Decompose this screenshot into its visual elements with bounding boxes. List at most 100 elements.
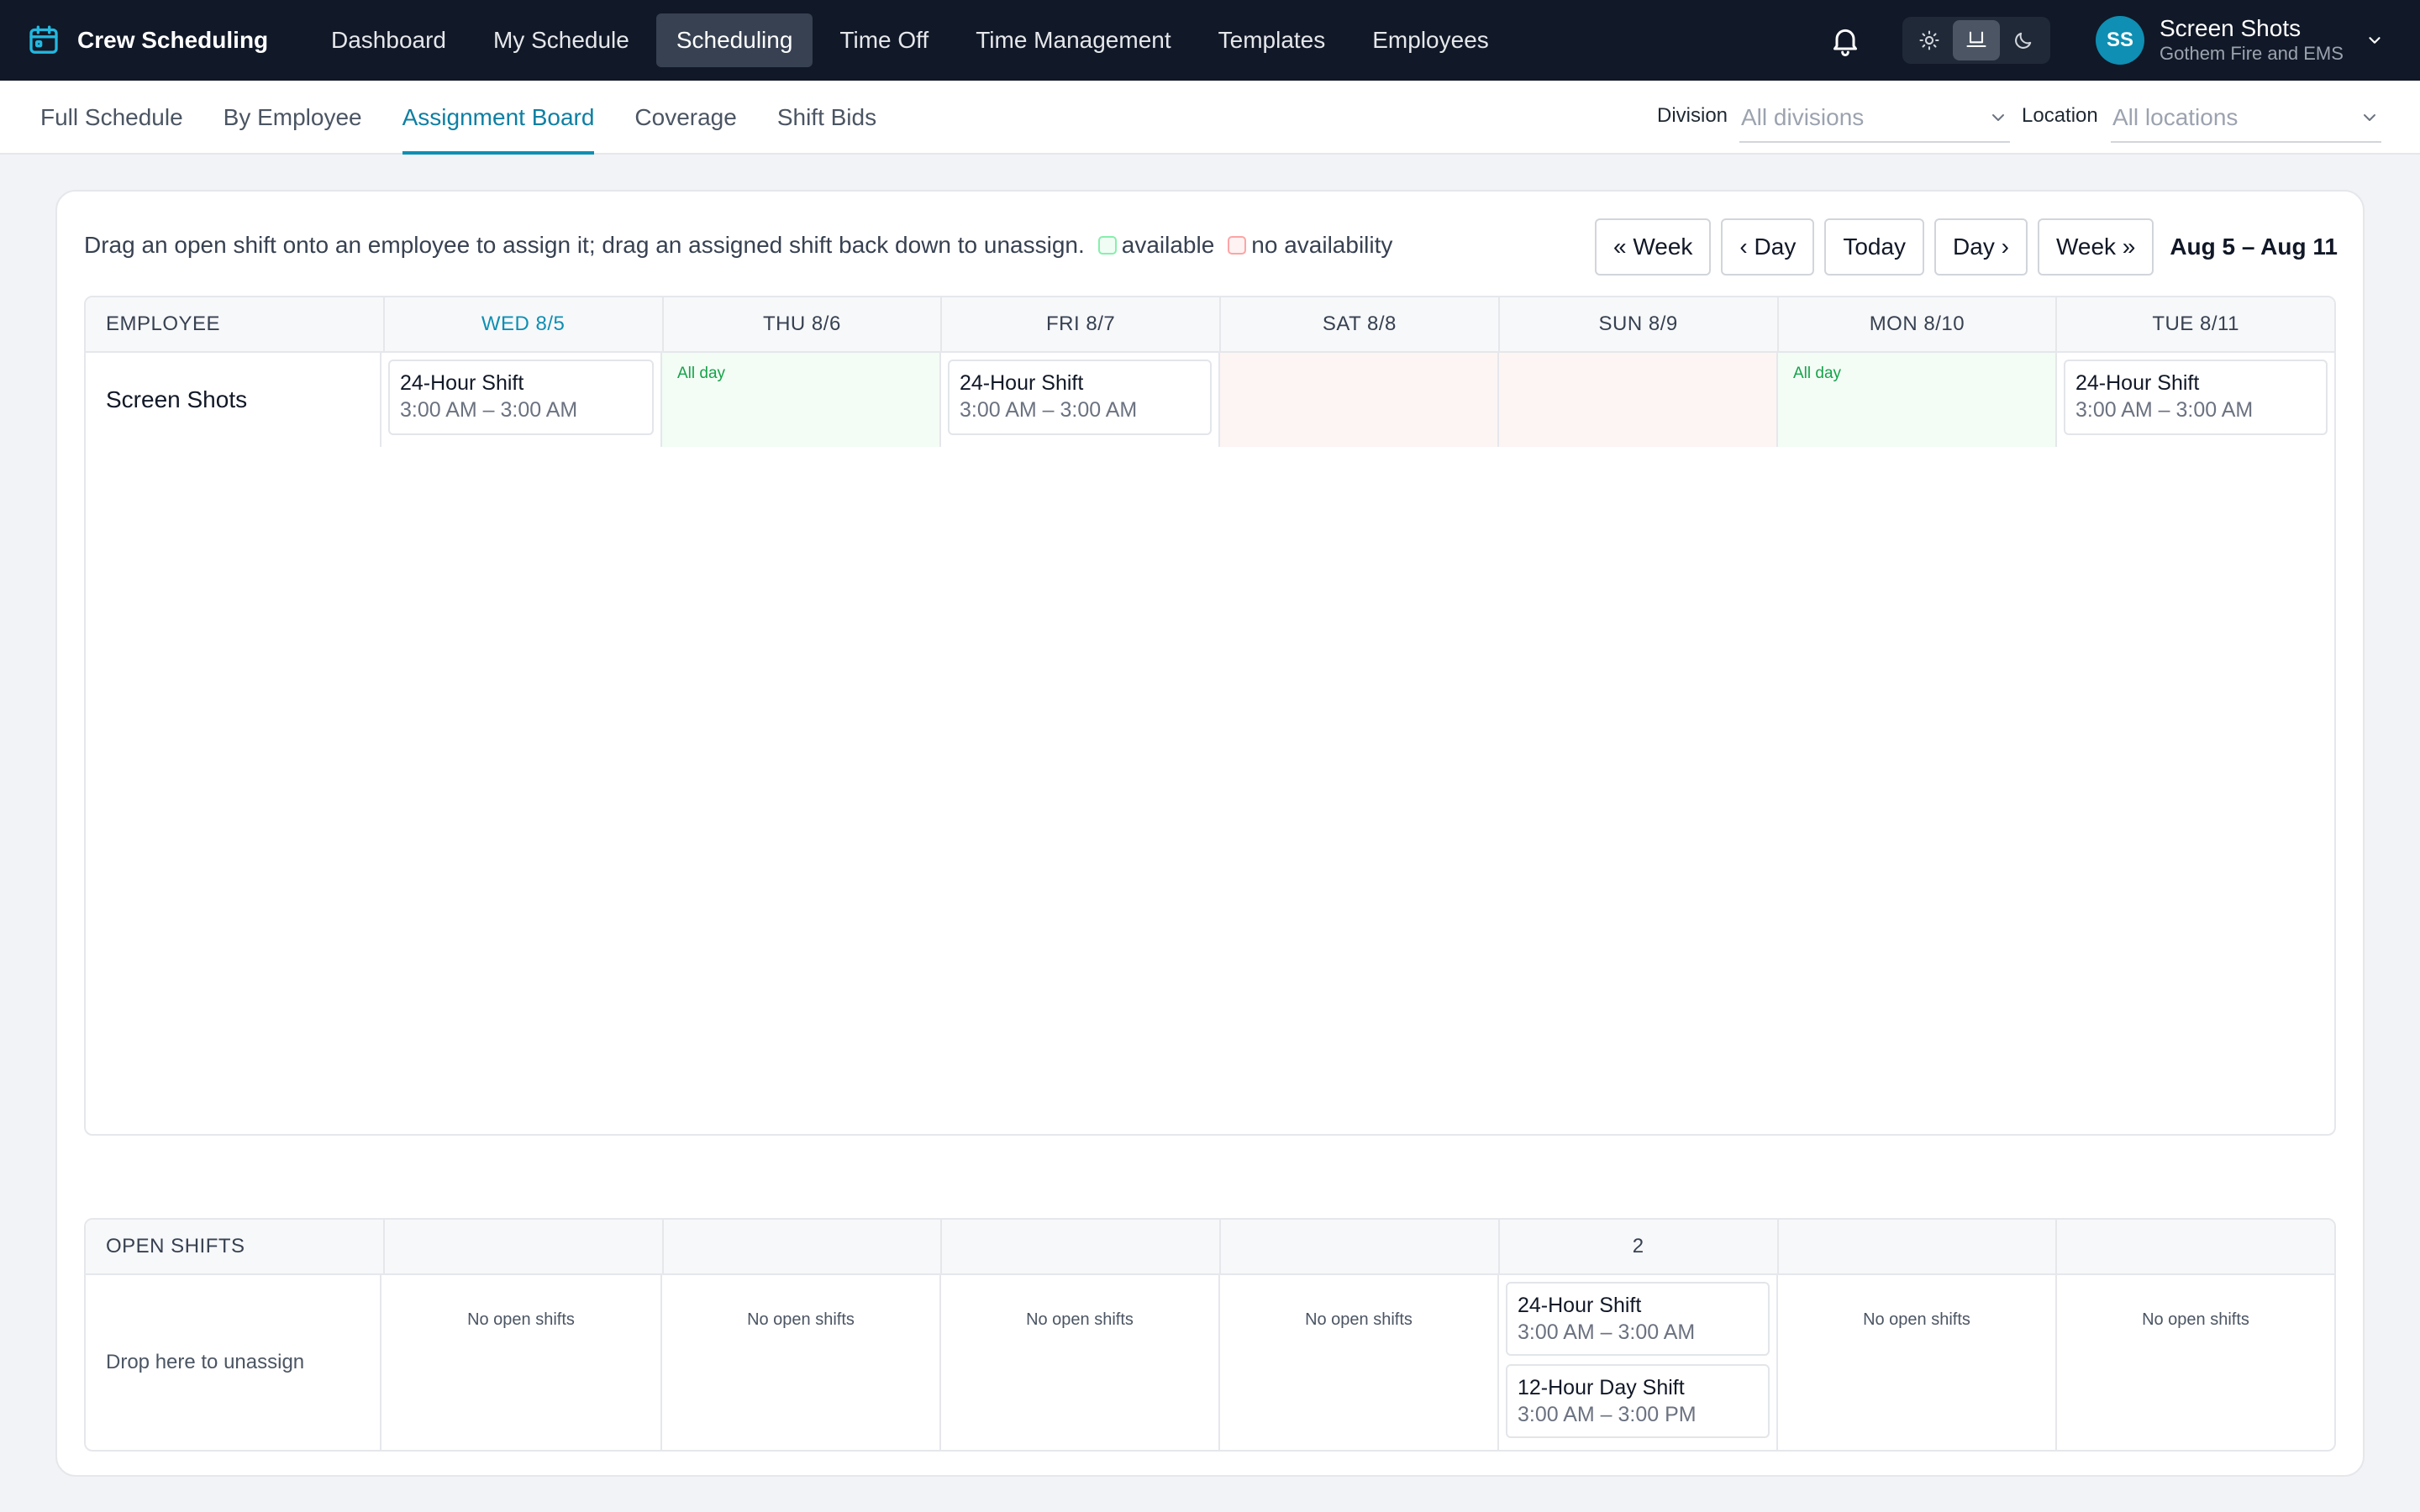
calendar-icon (29, 25, 58, 54)
availability-label: All day (1793, 365, 1842, 382)
division-label: Division (1657, 104, 1728, 127)
day-cell[interactable]: 24-Hour Shift 3:00 AM – 3:00 AM (939, 353, 1218, 447)
open-day-cell[interactable]: No open shifts (1776, 1275, 2055, 1450)
open-count (1219, 1220, 1498, 1273)
day-header: MON 8/10 (1776, 297, 2056, 351)
bell-icon[interactable] (1828, 24, 1862, 57)
open-count (661, 1220, 941, 1273)
division-value: All divisions (1741, 104, 1865, 130)
user-org: Gothem Fire and EMS (2160, 43, 2344, 64)
tab-coverage[interactable]: Coverage (634, 81, 736, 155)
chevron-down-icon (2369, 37, 2381, 44)
moon-icon (2015, 32, 2032, 49)
open-shift[interactable]: 12-Hour Day Shift 3:00 AM – 3:00 PM (1506, 1364, 1770, 1438)
open-day-cell[interactable]: No open shifts (381, 1275, 660, 1450)
location-label: Location (2022, 104, 2098, 127)
user-menu[interactable]: SS Screen Shots Gothem Fire and EMS (2096, 0, 2384, 81)
day-cell[interactable]: 24-Hour Shift 3:00 AM – 3:00 AM (381, 353, 660, 447)
employee-name: Screen Shots (86, 353, 381, 447)
nav-item-dashboard[interactable]: Dashboard (311, 13, 466, 67)
open-day-cell[interactable]: No open shifts (660, 1275, 939, 1450)
location-select[interactable]: All locations (2111, 94, 2381, 143)
today-button[interactable]: Today (1824, 218, 1925, 276)
theme-toggle (1902, 17, 2050, 64)
availability-label: All day (677, 365, 726, 382)
open-day-cell[interactable]: No open shifts (2055, 1275, 2334, 1450)
light-theme-button[interactable] (1906, 20, 1953, 60)
employee-board: EMPLOYEE WED 8/5 THU 8/6 FRI 8/7 SAT 8/8… (84, 296, 2336, 1136)
user-info: Screen Shots Gothem Fire and EMS (2160, 15, 2344, 66)
location-value: All locations (2112, 104, 2238, 130)
shift-name: 24-Hour Shift (960, 371, 1084, 395)
schedule-view-tabs: Full Schedule By Employee Assignment Boa… (40, 81, 917, 155)
assignment-board-card: Drag an open shift onto an employee to a… (55, 190, 2365, 1477)
employee-row: Screen Shots 24-Hour Shift 3:00 AM – 3:0… (86, 353, 2334, 447)
shift-time: 3:00 AM – 3:00 AM (2075, 398, 2254, 422)
open-shift[interactable]: 24-Hour Shift 3:00 AM – 3:00 AM (1506, 1282, 1770, 1356)
nav-item-employees[interactable]: Employees (1352, 13, 1509, 67)
date-range: Aug 5 – Aug 11 (2170, 234, 2338, 260)
legend-unavailable: no availability (1251, 232, 1393, 258)
assigned-shift[interactable]: 24-Hour Shift 3:00 AM – 3:00 AM (2064, 360, 2328, 435)
employee-day-cells: 24-Hour Shift 3:00 AM – 3:00 AM All day … (381, 353, 2334, 447)
next-week-button[interactable]: Week » (2037, 218, 2154, 276)
unassign-drop-label[interactable]: Drop here to unassign (86, 1275, 381, 1450)
next-day-button[interactable]: Day › (1934, 218, 2028, 276)
dark-theme-button[interactable] (2000, 20, 2047, 60)
day-cell-unavailable[interactable] (1497, 353, 1776, 447)
assigned-shift[interactable]: 24-Hour Shift 3:00 AM – 3:00 AM (948, 360, 1212, 435)
nav-item-templates[interactable]: Templates (1198, 13, 1346, 67)
top-nav-bar: Crew Scheduling Dashboard My Schedule Sc… (0, 0, 2420, 81)
open-day-cell[interactable]: No open shifts (939, 1275, 1218, 1450)
day-header: WED 8/5 (382, 297, 662, 351)
no-open-shifts: No open shifts (467, 1310, 575, 1329)
tab-full-schedule[interactable]: Full Schedule (40, 81, 183, 155)
prev-day-button[interactable]: ‹ Day (1721, 218, 1815, 276)
tab-assignment-board[interactable]: Assignment Board (402, 81, 594, 155)
day-header: SUN 8/9 (1497, 297, 1777, 351)
open-shifts-header: OPEN SHIFTS (106, 1235, 245, 1257)
sun-icon (1919, 30, 1939, 50)
shift-name: 24-Hour Shift (1518, 1294, 1642, 1317)
legend-available: available (1121, 232, 1215, 258)
no-open-shifts: No open shifts (1863, 1310, 1970, 1329)
main-nav: Dashboard My Schedule Scheduling Time Of… (311, 13, 1516, 67)
day-cell-available[interactable]: All day (660, 353, 939, 447)
prev-week-button[interactable]: « Week (1595, 218, 1712, 276)
assigned-shift[interactable]: 24-Hour Shift 3:00 AM – 3:00 AM (388, 360, 654, 435)
date-navigation: « Week ‹ Day Today Day › Week » (1595, 218, 2164, 276)
tab-by-employee[interactable]: By Employee (224, 81, 362, 155)
day-cell[interactable]: 24-Hour Shift 3:00 AM – 3:00 AM (2055, 353, 2334, 447)
tab-shift-bids[interactable]: Shift Bids (777, 81, 876, 155)
open-day-cell[interactable]: 24-Hour Shift 3:00 AM – 3:00 AM 12-Hour … (1497, 1275, 1776, 1450)
app-title: Crew Scheduling (77, 27, 269, 53)
open-count (1776, 1220, 2056, 1273)
day-cell-available[interactable]: All day (1776, 353, 2055, 447)
day-cell-unavailable[interactable] (1218, 353, 1497, 447)
no-open-shifts: No open shifts (1305, 1310, 1413, 1329)
open-day-cell[interactable]: No open shifts (1218, 1275, 1497, 1450)
open-shifts-panel: OPEN SHIFTS 2 Drop here to unassign No o… (84, 1218, 2336, 1452)
app-brand[interactable]: Crew Scheduling (27, 0, 268, 81)
nav-item-my-schedule[interactable]: My Schedule (473, 13, 650, 67)
chevron-down-icon (1992, 114, 2004, 121)
board-instructions: Drag an open shift onto an employee to a… (84, 232, 1392, 259)
instructions-text: Drag an open shift onto an employee to a… (84, 232, 1085, 258)
shift-name: 24-Hour Shift (400, 371, 524, 395)
nav-item-time-management[interactable]: Time Management (955, 13, 1191, 67)
no-open-shifts: No open shifts (1026, 1310, 1134, 1329)
open-count (940, 1220, 1219, 1273)
division-select[interactable]: All divisions (1739, 94, 2010, 143)
avatar: SS (2096, 16, 2144, 65)
no-open-shifts: No open shifts (2142, 1310, 2249, 1329)
day-header: FRI 8/7 (940, 297, 1219, 351)
day-header: TUE 8/11 (2055, 297, 2334, 351)
nav-item-scheduling[interactable]: Scheduling (655, 13, 813, 67)
monitor-icon (1966, 31, 1986, 48)
open-shifts-row: Drop here to unassign No open shifts No … (86, 1275, 2334, 1450)
shift-name: 24-Hour Shift (2075, 371, 2200, 395)
open-count (382, 1220, 662, 1273)
open-count: 2 (1497, 1220, 1777, 1273)
system-theme-button[interactable] (1953, 20, 2000, 60)
nav-item-time-off[interactable]: Time Off (819, 13, 949, 67)
